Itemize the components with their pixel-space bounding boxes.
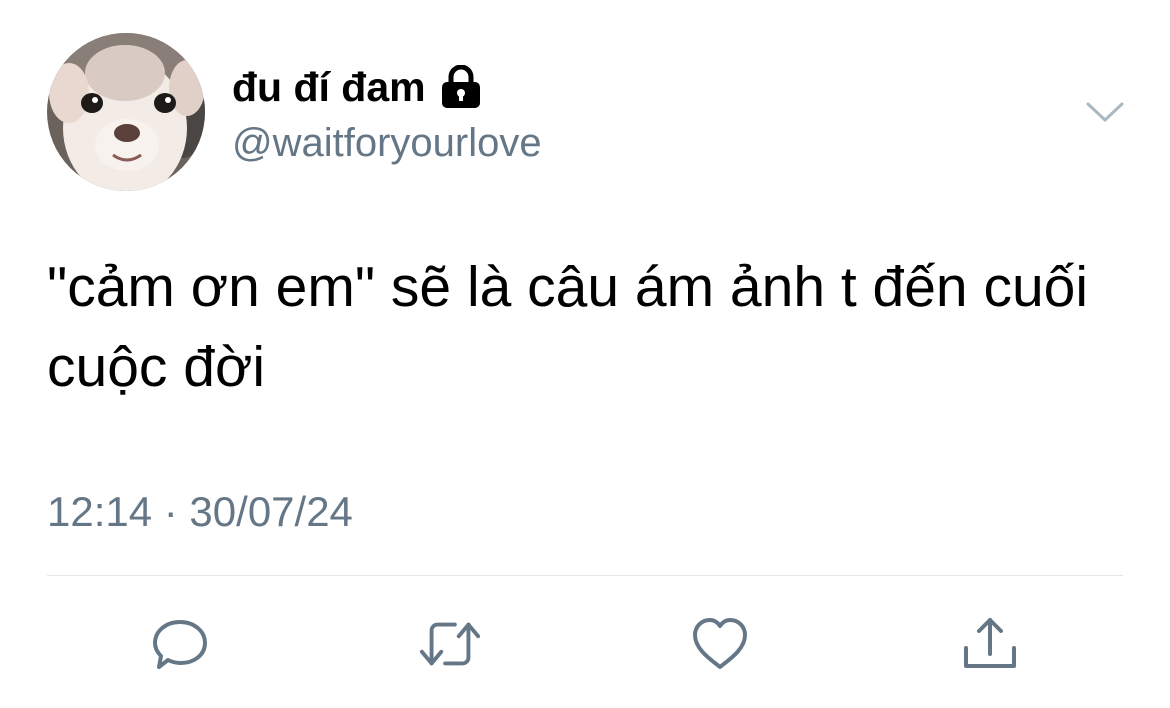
retweet-button[interactable]: [418, 612, 482, 676]
retweet-icon: [419, 622, 481, 666]
display-name-text: đu đí đam: [232, 64, 426, 110]
like-icon: [693, 618, 747, 669]
lock-icon: [441, 65, 480, 108]
share-icon: [964, 618, 1016, 668]
chevron-down-icon[interactable]: [1085, 96, 1125, 126]
display-name[interactable]: đu đí đam: [232, 63, 482, 111]
share-button[interactable]: [958, 612, 1022, 676]
divider: [47, 575, 1123, 576]
like-button[interactable]: [688, 612, 752, 676]
user-handle[interactable]: @waitforyourlove: [232, 119, 542, 167]
reply-icon: [153, 620, 207, 669]
tweet-text: "cảm ơn em" sẽ là câu ám ảnh t đến cuối …: [47, 255, 1089, 399]
avatar[interactable]: [47, 33, 205, 191]
tweet-timestamp[interactable]: 12:14 · 30/07/24: [47, 487, 353, 537]
avatar-dog-image: [47, 33, 205, 191]
reply-button[interactable]: [148, 612, 212, 676]
